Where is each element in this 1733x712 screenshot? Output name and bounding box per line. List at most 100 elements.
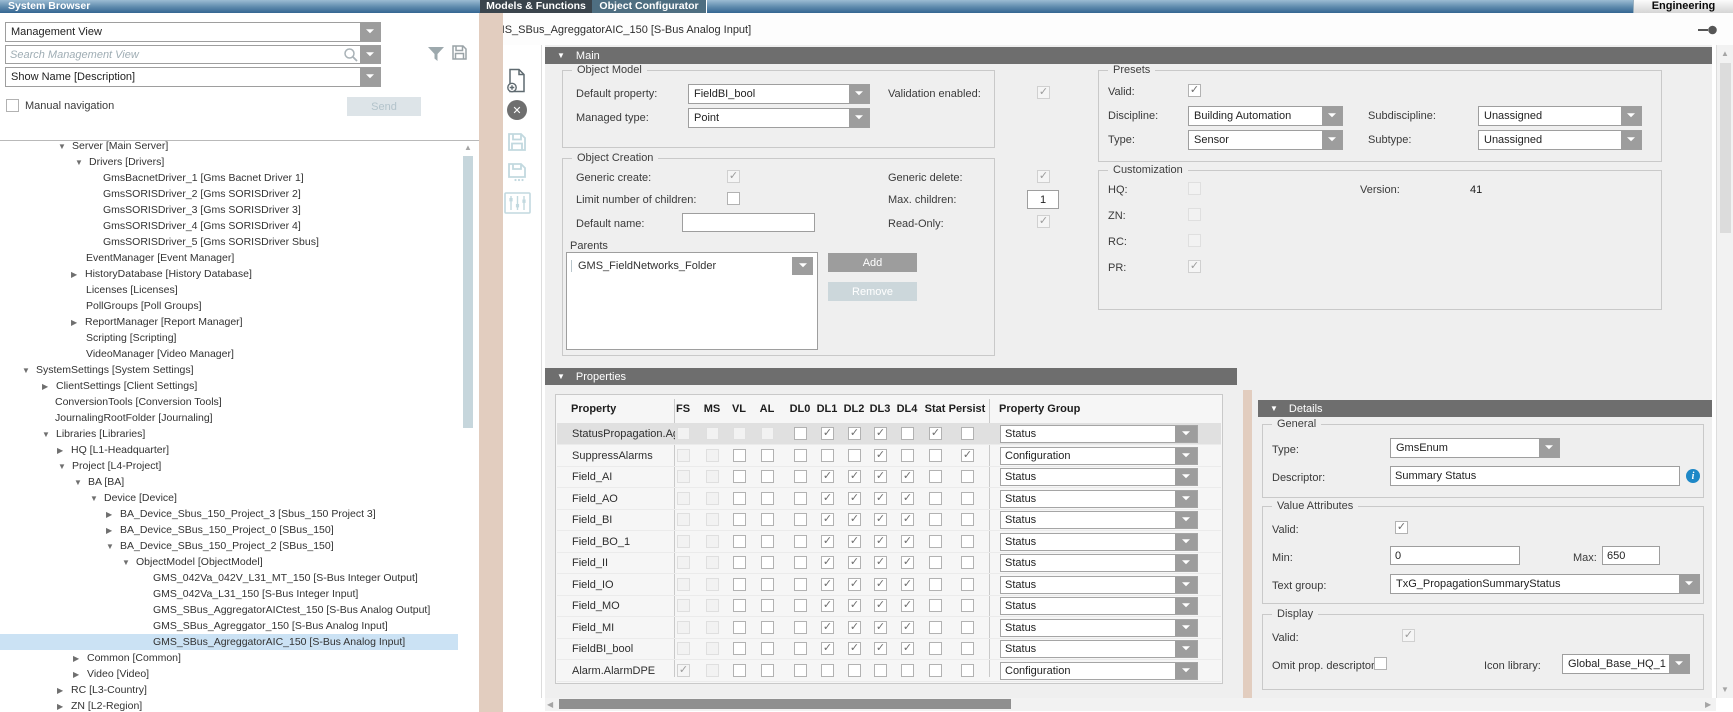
- property-checkbox[interactable]: [733, 470, 746, 483]
- horizontal-scrollbar[interactable]: ◀ ▶: [545, 698, 1716, 711]
- property-checkbox[interactable]: [929, 578, 942, 591]
- tree-item[interactable]: VideoManager [Video Manager]: [0, 346, 458, 362]
- property-checkbox[interactable]: [929, 427, 942, 440]
- tree-item[interactable]: GmsBacnetDriver_1 [Gms Bacnet Driver 1]: [0, 170, 458, 186]
- property-checkbox[interactable]: [761, 492, 774, 505]
- property-checkbox[interactable]: [761, 535, 774, 548]
- horizontal-scrollbar-thumb[interactable]: [559, 699, 1011, 709]
- property-checkbox[interactable]: [961, 664, 974, 677]
- property-checkbox[interactable]: [901, 513, 914, 526]
- property-checkbox[interactable]: [677, 599, 690, 612]
- parents-listbox[interactable]: GMS_FieldNetworks_Folder: [566, 252, 818, 350]
- presets-valid-checkbox[interactable]: [1188, 84, 1201, 97]
- scroll-down-arrow[interactable]: ▼: [1721, 685, 1729, 695]
- property-checkbox[interactable]: [961, 599, 974, 612]
- property-group-select[interactable]: Configuration: [1000, 662, 1198, 680]
- property-checkbox[interactable]: [821, 470, 834, 483]
- property-checkbox[interactable]: [761, 664, 774, 677]
- property-checkbox[interactable]: [874, 599, 887, 612]
- tree-expander-icon[interactable]: ▼: [22, 366, 36, 375]
- property-checkbox[interactable]: [761, 621, 774, 634]
- details-section-header[interactable]: ▼ Details: [1258, 400, 1712, 417]
- min-field[interactable]: 0: [1390, 546, 1520, 565]
- property-checkbox[interactable]: [706, 599, 719, 612]
- tree-item[interactable]: ▼ Drivers [Drivers]: [0, 154, 458, 170]
- save-icon[interactable]: [507, 132, 527, 152]
- pin-icon[interactable]: [1698, 25, 1718, 35]
- tree-item[interactable]: JournalingRootFolder [Journaling]: [0, 410, 458, 426]
- property-checkbox[interactable]: [901, 470, 914, 483]
- property-checkbox[interactable]: [794, 621, 807, 634]
- tree-item[interactable]: GMS_042Va_L31_150 [S-Bus Integer Input]: [0, 586, 458, 602]
- property-checkbox[interactable]: [821, 599, 834, 612]
- property-checkbox[interactable]: [848, 599, 861, 612]
- property-checkbox[interactable]: [821, 492, 834, 505]
- property-checkbox[interactable]: [929, 470, 942, 483]
- property-checkbox[interactable]: [706, 449, 719, 462]
- property-checkbox[interactable]: [961, 556, 974, 569]
- table-row[interactable]: Field_AI Status: [557, 466, 1221, 488]
- property-checkbox[interactable]: [901, 492, 914, 505]
- property-checkbox[interactable]: [733, 449, 746, 462]
- properties-section-header[interactable]: ▼ Properties: [545, 368, 1237, 385]
- tree-item[interactable]: ▼ Device [Device]: [0, 490, 458, 506]
- property-checkbox[interactable]: [761, 449, 774, 462]
- property-group-select[interactable]: Status: [1000, 554, 1198, 572]
- omit-descriptor-checkbox[interactable]: [1374, 657, 1387, 670]
- default-name-field[interactable]: [682, 213, 815, 232]
- property-checkbox[interactable]: [848, 556, 861, 569]
- property-checkbox[interactable]: [733, 513, 746, 526]
- property-checkbox[interactable]: [706, 578, 719, 591]
- property-checkbox[interactable]: [874, 621, 887, 634]
- property-checkbox[interactable]: [874, 492, 887, 505]
- property-checkbox[interactable]: [706, 664, 719, 677]
- property-group-select[interactable]: Status: [1000, 619, 1198, 637]
- property-checkbox[interactable]: [761, 642, 774, 655]
- property-checkbox[interactable]: [901, 535, 914, 548]
- property-checkbox[interactable]: [821, 556, 834, 569]
- tree-expander-icon[interactable]: ▼: [58, 462, 72, 471]
- property-checkbox[interactable]: [733, 621, 746, 634]
- tree-item[interactable]: ▼ BA_Device_SBus_150_Project_2 [SBus_150…: [0, 538, 458, 554]
- tree-expander-icon[interactable]: ▶: [73, 654, 87, 663]
- property-checkbox[interactable]: [961, 535, 974, 548]
- remove-parent-button[interactable]: Remove: [828, 282, 917, 301]
- property-checkbox[interactable]: [706, 621, 719, 634]
- property-checkbox[interactable]: [761, 513, 774, 526]
- property-checkbox[interactable]: [848, 664, 861, 677]
- save-as-icon[interactable]: [507, 162, 527, 182]
- property-checkbox[interactable]: [821, 642, 834, 655]
- table-row[interactable]: Field_AO Status: [557, 488, 1221, 510]
- property-checkbox[interactable]: [794, 427, 807, 440]
- property-checkbox[interactable]: [794, 470, 807, 483]
- property-checkbox[interactable]: [961, 578, 974, 591]
- property-group-select[interactable]: Status: [1000, 468, 1198, 486]
- search-box[interactable]: [5, 45, 381, 64]
- table-row[interactable]: Field_IO Status: [557, 574, 1221, 596]
- read-only-checkbox[interactable]: [1037, 215, 1050, 228]
- max-children-field[interactable]: 1: [1027, 190, 1059, 209]
- validation-enabled-checkbox[interactable]: [1037, 86, 1050, 99]
- property-checkbox[interactable]: [733, 535, 746, 548]
- subtype-select[interactable]: Unassigned: [1478, 130, 1642, 150]
- property-group-select[interactable]: Status: [1000, 533, 1198, 551]
- tree-item[interactable]: GmsSORISDriver_5 [Gms SORISDriver Sbus]: [0, 234, 458, 250]
- property-checkbox[interactable]: [761, 427, 774, 440]
- property-checkbox[interactable]: [961, 513, 974, 526]
- tree-item[interactable]: GMS_SBus_AggregatorAICtest_150 [S-Bus An…: [0, 602, 458, 618]
- tree-expander-icon[interactable]: ▼: [106, 542, 120, 551]
- detail-type-select[interactable]: GmsEnum: [1390, 438, 1560, 458]
- property-checkbox[interactable]: [929, 599, 942, 612]
- property-checkbox[interactable]: [706, 492, 719, 505]
- property-checkbox[interactable]: [821, 513, 834, 526]
- property-checkbox[interactable]: [706, 535, 719, 548]
- table-row[interactable]: Alarm.AlarmDPE Configuration: [557, 660, 1221, 682]
- property-checkbox[interactable]: [848, 427, 861, 440]
- display-valid-checkbox[interactable]: [1402, 629, 1415, 642]
- table-row[interactable]: StatusPropagation.Aggregat Status: [557, 423, 1221, 445]
- add-parent-button[interactable]: Add: [828, 253, 917, 272]
- property-checkbox[interactable]: [874, 664, 887, 677]
- tree-expander-icon[interactable]: ▼: [75, 158, 89, 167]
- property-checkbox[interactable]: [929, 535, 942, 548]
- tree-item[interactable]: GMS_SBus_AgreggatorAIC_150 [S-Bus Analog…: [0, 634, 458, 650]
